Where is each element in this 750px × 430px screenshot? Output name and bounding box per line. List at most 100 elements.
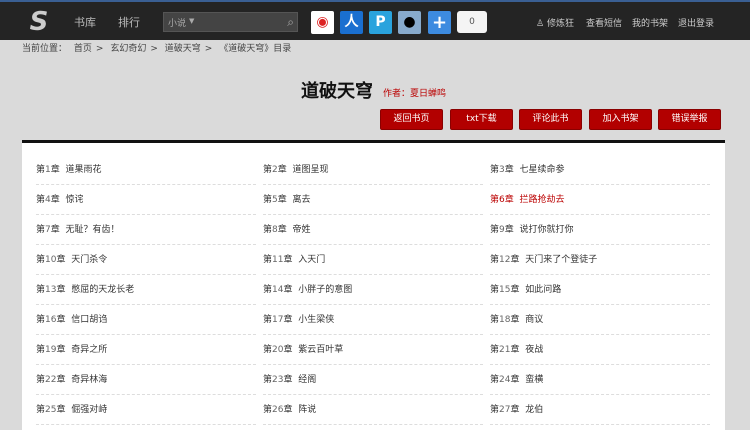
chapter-link[interactable]: 第2章 道图呈现 <box>263 155 483 185</box>
back-to-book-button[interactable]: 返回书页 <box>380 109 443 130</box>
chapter-prefix: 第 <box>490 225 500 235</box>
search-icon[interactable]: ⌕ <box>287 15 294 30</box>
chapter-link[interactable]: 第10章 天门杀令 <box>36 245 256 275</box>
chapter-title: 道果雨花 <box>65 165 102 175</box>
more-share-icon[interactable]: + <box>428 11 451 34</box>
chapter-number: 24 <box>499 375 511 385</box>
chapter-link[interactable]: 第1章 道果雨花 <box>36 155 256 185</box>
chapter-prefix: 第 <box>490 255 500 265</box>
chapter-suffix: 章 <box>50 195 60 205</box>
chapter-suffix: 章 <box>283 285 293 295</box>
chapter-prefix: 第 <box>36 345 46 355</box>
chapter-link[interactable]: 第4章 惊诧 <box>36 185 256 215</box>
site-logo[interactable]: S <box>24 8 54 36</box>
chapter-link[interactable]: 第15章 如此问路 <box>490 275 710 305</box>
nav-ranking[interactable]: 排行 <box>118 14 140 30</box>
chapter-number: 13 <box>45 285 57 295</box>
chapter-link[interactable]: 第22章 奇异林海 <box>36 365 256 395</box>
chapter-title: 拦路抢劫去 <box>519 195 565 205</box>
chapter-link[interactable]: 第17章 小生梁侠 <box>263 305 483 335</box>
chapter-link[interactable]: 第20章 紫云百叶草 <box>263 335 483 365</box>
renren-share-icon[interactable]: 人 <box>340 11 363 34</box>
book-author[interactable]: 作者：夏日蝉鸣 <box>383 86 446 99</box>
chapter-prefix: 第 <box>263 375 273 385</box>
chapter-title: 倔强对峙 <box>71 405 108 415</box>
chapter-title: 入天门 <box>298 255 326 265</box>
chapter-link[interactable]: 第8章 帝姓 <box>263 215 483 245</box>
chapter-number: 17 <box>272 315 284 325</box>
chapter-link[interactable]: 第12章 天门来了个登徒子 <box>490 245 710 275</box>
chapter-link[interactable]: 第19章 奇异之所 <box>36 335 256 365</box>
breadcrumb-separator: > <box>150 44 158 54</box>
logout-link[interactable]: 退出登录 <box>678 16 714 29</box>
chapter-number: 26 <box>272 405 284 415</box>
search-box[interactable]: 小说 ▼ ⌕ <box>163 12 298 32</box>
chapter-prefix: 第 <box>263 255 273 265</box>
chapter-number: 11 <box>272 255 284 265</box>
chapter-title: 如此问路 <box>525 285 562 295</box>
chapter-prefix: 第 <box>490 345 500 355</box>
weibo-share-icon[interactable]: ◉ <box>311 11 334 34</box>
nav-library[interactable]: 书库 <box>74 14 96 30</box>
chapter-title: 帝姓 <box>292 225 311 235</box>
chapter-link[interactable]: 第18章 商议 <box>490 305 710 335</box>
chapter-link[interactable]: 第3章 七星续命参 <box>490 155 710 185</box>
chapter-prefix: 第 <box>490 315 500 325</box>
report-error-button[interactable]: 错误举报 <box>658 109 721 130</box>
breadcrumb-category[interactable]: 玄幻奇幻 <box>110 44 146 54</box>
add-to-shelf-button[interactable]: 加入书架 <box>589 109 652 130</box>
chapter-prefix: 第 <box>263 345 273 355</box>
chapter-link[interactable]: 第7章 无耻？有齿！ <box>36 215 256 245</box>
breadcrumb-home[interactable]: 首页 <box>74 44 92 54</box>
chapter-title: 蛮横 <box>525 375 544 385</box>
chapter-suffix: 章 <box>510 405 520 415</box>
chapter-title: 小胖子的意图 <box>298 285 353 295</box>
chapter-prefix: 第 <box>36 285 46 295</box>
chapter-link[interactable]: 第27章 龙伯 <box>490 395 710 425</box>
chapter-title: 阵说 <box>298 405 317 415</box>
user-icon: ♙ <box>536 19 547 29</box>
chapter-prefix: 第 <box>263 225 273 235</box>
chapter-prefix: 第 <box>36 315 46 325</box>
chapter-list: 第1章 道果雨花 第2章 道图呈现 第3章 七星续命参第4章 惊诧 第5章 离去 第6章… <box>22 140 725 430</box>
chapter-suffix: 章 <box>504 225 514 235</box>
book-title: 道破天穹 <box>301 81 373 102</box>
chapter-link[interactable]: 第26章 阵说 <box>263 395 483 425</box>
chapter-link[interactable]: 第5章 离去 <box>263 185 483 215</box>
chapter-title: 无耻？有齿！ <box>65 225 120 235</box>
chapter-title: 夜战 <box>525 345 544 355</box>
bookshelf-link[interactable]: 我的书架 <box>632 16 668 29</box>
chapter-link[interactable]: 第25章 倔强对峙 <box>36 395 256 425</box>
chapter-prefix: 第 <box>263 285 273 295</box>
chapter-title: 紫云百叶草 <box>298 345 344 355</box>
chapter-link[interactable]: 第16章 信口胡诌 <box>36 305 256 335</box>
chapter-link[interactable]: 第13章 憋屈的天龙长老 <box>36 275 256 305</box>
breadcrumb-label: 当前位置： <box>22 44 68 54</box>
search-category-select[interactable]: 小说 <box>168 16 186 29</box>
chapter-suffix: 章 <box>504 195 514 205</box>
top-navbar: S 书库 排行 小说 ▼ ⌕ ◉ 人 P ● + 0 ♙ 修炼狂 查看短信 我的… <box>0 0 750 40</box>
chapter-suffix: 章 <box>283 255 293 265</box>
qq-share-icon[interactable]: ● <box>398 11 421 34</box>
chapter-title: 说打你就打你 <box>519 225 574 235</box>
chapter-prefix: 第 <box>36 375 46 385</box>
messages-link[interactable]: 查看短信 <box>586 16 622 29</box>
chapter-link[interactable]: 第14章 小胖子的意图 <box>263 275 483 305</box>
chapter-number: 15 <box>499 285 511 295</box>
chapter-link[interactable]: 第21章 夜战 <box>490 335 710 365</box>
chapter-link[interactable]: 第9章 说打你就打你 <box>490 215 710 245</box>
chapter-number: 10 <box>45 255 57 265</box>
comment-button[interactable]: 评论此书 <box>519 109 582 130</box>
chapter-link[interactable]: 第23章 经阁 <box>263 365 483 395</box>
chapter-link[interactable]: 第11章 入天门 <box>263 245 483 275</box>
chapter-link[interactable]: 第6章 拦路抢劫去 <box>490 185 710 215</box>
user-profile-link[interactable]: ♙ 修炼狂 <box>536 16 574 29</box>
chapter-prefix: 第 <box>490 165 500 175</box>
chapter-prefix: 第 <box>36 195 46 205</box>
pengyou-share-icon[interactable]: P <box>369 11 392 34</box>
chapter-link[interactable]: 第24章 蛮横 <box>490 365 710 395</box>
chapter-prefix: 第 <box>490 405 500 415</box>
breadcrumb-book[interactable]: 道破天穹 <box>165 44 201 54</box>
chapter-suffix: 章 <box>56 345 66 355</box>
txt-download-button[interactable]: txt下载 <box>450 109 513 130</box>
